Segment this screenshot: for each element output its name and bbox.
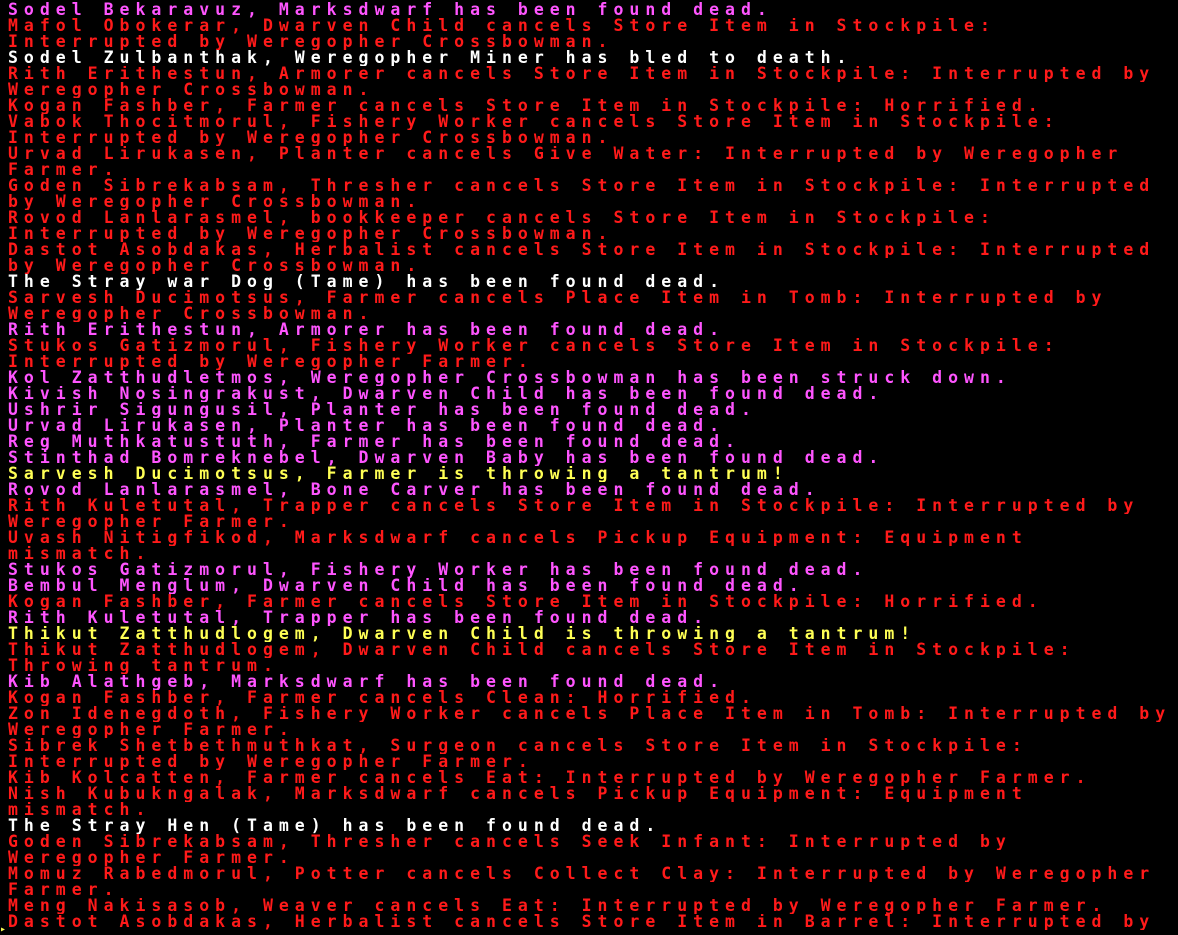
log-line: Nish Kubukngalak, Marksdwarf cancels Pic… xyxy=(8,786,1028,802)
log-line: Reg Muthkatustuth, Farmer has been found… xyxy=(8,434,741,450)
log-line: Sarvesh Ducimotsus, Farmer cancels Place… xyxy=(8,290,1108,306)
log-line: Kogan Fashber, Farmer cancels Clean: Hor… xyxy=(8,690,757,706)
log-line: Interrupted by Weregopher Farmer. xyxy=(8,354,534,370)
log-line: Sibrek Shetbethmuthkat, Surgeon cancels … xyxy=(8,738,1028,754)
log-line: Weregopher Farmer. xyxy=(8,722,295,738)
log-line: Rovod Lanlarasmel, bookkeeper cancels St… xyxy=(8,210,996,226)
log-line: Dastot Asobdakas, Herbalist cancels Stor… xyxy=(8,914,1156,930)
log-line: Zon Idenegdoth, Fishery Worker cancels P… xyxy=(8,706,1172,722)
log-line: Interrupted by Weregopher Farmer. xyxy=(8,754,534,770)
log-line: Rith Erithestun, Armorer has been found … xyxy=(8,322,726,338)
log-line: Weregopher Crossbowman. xyxy=(8,82,375,98)
log-line: Kib Kolcatten, Farmer cancels Eat: Inter… xyxy=(8,770,1092,786)
log-line: Kib Alathgeb, Marksdwarf has been found … xyxy=(8,674,726,690)
log-line: Stukos Gatizmorul, Fishery Worker has be… xyxy=(8,562,869,578)
log-line: Sodel Zulbanthak, Weregopher Miner has b… xyxy=(8,50,853,66)
log-line: Kol Zatthudletmos, Weregopher Crossbowma… xyxy=(8,370,1012,386)
log-line: Stinthad Bomreknebel, Dwarven Baby has b… xyxy=(8,450,885,466)
log-line: by Weregopher Crossbowman. xyxy=(8,194,423,210)
cursor-icon: ▸ xyxy=(0,924,7,935)
log-line: Interrupted by Weregopher Crossbowman. xyxy=(8,34,614,50)
log-line: Goden Sibrekabsam, Thresher cancels Stor… xyxy=(8,178,1156,194)
log-line: Uvash Nitigfikod, Marksdwarf cancels Pic… xyxy=(8,530,1028,546)
log-line: Goden Sibrekabsam, Thresher cancels Seek… xyxy=(8,834,1012,850)
log-line: Bembul Menglum, Dwarven Child has been f… xyxy=(8,578,805,594)
log-line: Thikut Zatthudlogem, Dwarven Child is th… xyxy=(8,626,917,642)
log-line: Sodel Bekaravuz, Marksdwarf has been fou… xyxy=(8,2,773,18)
log-line: Interrupted by Weregopher Crossbowman. xyxy=(8,130,614,146)
log-line: mismatch. xyxy=(8,546,152,562)
log-line: Weregopher Farmer. xyxy=(8,850,295,866)
log-line: Kivish Nosingrakust, Dwarven Child has b… xyxy=(8,386,885,402)
log-line: Rovod Lanlarasmel, Bone Carver has been … xyxy=(8,482,821,498)
log-line: Dastot Asobdakas, Herbalist cancels Stor… xyxy=(8,242,1156,258)
log-line: Sarvesh Ducimotsus, Farmer is throwing a… xyxy=(8,466,789,482)
log-line: Meng Nakisasob, Weaver cancels Eat: Inte… xyxy=(8,898,1108,914)
log-line: mismatch. xyxy=(8,802,152,818)
log-line: Throwing tantrum. xyxy=(8,658,279,674)
log-line: Thikut Zatthudlogem, Dwarven Child cance… xyxy=(8,642,1076,658)
log-line: Rith Kuletutal, Trapper cancels Store It… xyxy=(8,498,1140,514)
log-line: Rith Erithestun, Armorer cancels Store I… xyxy=(8,66,1156,82)
log-line: Farmer. xyxy=(8,882,120,898)
log-line: by Weregopher Crossbowman. xyxy=(8,258,423,274)
log-line: Farmer. xyxy=(8,162,120,178)
log-line: Ushrir Sigungusil, Planter has been foun… xyxy=(8,402,757,418)
log-line: Mafol Obokerar, Dwarven Child cancels St… xyxy=(8,18,996,34)
log-line: Rith Kuletutal, Trapper has been found d… xyxy=(8,610,710,626)
log-line: Urvad Lirukasen, Planter cancels Give Wa… xyxy=(8,146,1124,162)
announcement-log: Sodel Bekaravuz, Marksdwarf has been fou… xyxy=(8,2,1176,930)
log-line: Weregopher Crossbowman. xyxy=(8,306,375,322)
log-line: Urvad Lirukasen, Planter has been found … xyxy=(8,418,726,434)
log-line: Momuz Rabedmorul, Potter cancels Collect… xyxy=(8,866,1156,882)
log-line: The Stray Hen (Tame) has been found dead… xyxy=(8,818,662,834)
log-line: Kogan Fashber, Farmer cancels Store Item… xyxy=(8,594,1044,610)
log-line: Vabok Thocitmorul, Fishery Worker cancel… xyxy=(8,114,1060,130)
log-line: Stukos Gatizmorul, Fishery Worker cancel… xyxy=(8,338,1060,354)
log-line: The Stray war Dog (Tame) has been found … xyxy=(8,274,726,290)
log-line: Weregopher Farmer. xyxy=(8,514,295,530)
log-line: Interrupted by Weregopher Crossbowman. xyxy=(8,226,614,242)
log-line: Kogan Fashber, Farmer cancels Store Item… xyxy=(8,98,1044,114)
